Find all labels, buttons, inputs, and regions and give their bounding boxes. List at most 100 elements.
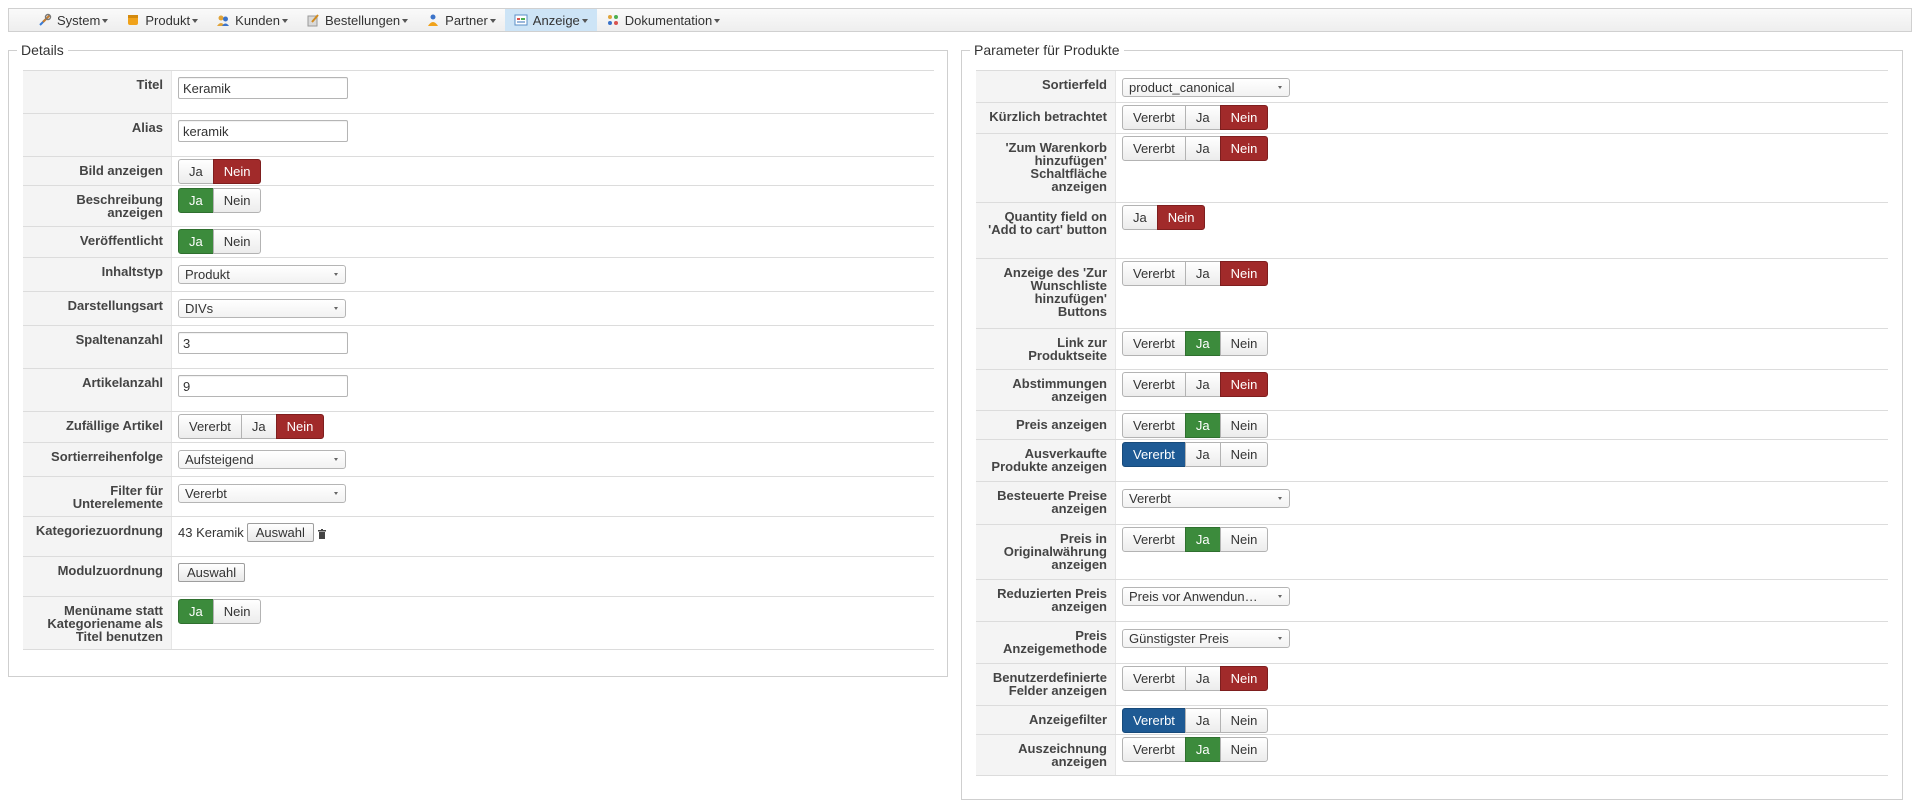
menu-system[interactable]: System [29,9,117,31]
row-quantity: Quantity field on 'Add to cart' button J… [976,202,1888,258]
label-kuerzlich: Kürzlich betrachtet [976,103,1116,133]
kuerzlich-option-vererbt[interactable]: Vererbt [1122,105,1186,130]
sortierfeld-select[interactable]: product_canonical [1122,78,1290,97]
anzeigefilter-option-ja[interactable]: Ja [1184,708,1221,733]
label-inhaltstyp: Inhaltstyp [23,258,172,291]
anzeigefilter-option-nein[interactable]: Nein [1219,708,1269,733]
wunschliste-option-ja[interactable]: Ja [1184,261,1221,286]
spaltenanzahl-input[interactable] [178,332,348,354]
menuename-option-nein[interactable]: Nein [212,599,262,624]
menuename-option-ja[interactable]: Ja [178,599,214,624]
benutzer-option-ja[interactable]: Ja [1184,666,1221,691]
product-box-icon [126,13,140,27]
original-toggle: Vererbt Ja Nein [1122,527,1269,552]
beschreibung-option-nein[interactable]: Nein [212,188,262,213]
params-legend: Parameter für Produkte [970,42,1124,58]
original-option-vererbt[interactable]: Vererbt [1122,527,1186,552]
ausverkauft-option-nein[interactable]: Nein [1219,442,1269,467]
bild-option-nein[interactable]: Nein [212,159,262,184]
menu-dokumentation-label: Dokumentation [624,12,713,28]
menu-anzeige[interactable]: Anzeige [504,9,597,31]
row-kuerzlich: Kürzlich betrachtet Vererbt Ja Nein [976,102,1888,133]
row-abstimmungen: Abstimmungen anzeigen Vererbt Ja Nein [976,369,1888,410]
modul-auswahl-button[interactable]: Auswahl [178,563,246,582]
chevron-down-icon [281,18,288,23]
benutzer-option-vererbt[interactable]: Vererbt [1122,666,1186,691]
titel-input[interactable] [178,77,348,99]
original-option-ja[interactable]: Ja [1184,527,1221,552]
anzeigefilter-option-vererbt[interactable]: Vererbt [1122,708,1186,733]
row-titel: Titel [23,70,934,113]
label-quantity: Quantity field on 'Add to cart' button [976,203,1116,258]
wunschliste-option-vererbt[interactable]: Vererbt [1122,261,1186,286]
abstimmungen-option-nein[interactable]: Nein [1219,372,1269,397]
kuerzlich-option-ja[interactable]: Ja [1184,105,1221,130]
warenkorb-option-vererbt[interactable]: Vererbt [1122,136,1186,161]
filter-select[interactable]: Vererbt [178,484,346,503]
row-menuename: Menüname statt Kategoriename als Titel b… [23,596,934,650]
row-reduziert: Reduzierten Preis anzeigen Preis vor Anw… [976,579,1888,621]
row-alias: Alias [23,113,934,156]
benutzer-option-nein[interactable]: Nein [1219,666,1269,691]
ausverkauft-option-vererbt[interactable]: Vererbt [1122,442,1186,467]
label-ausverkauft: Ausverkaufte Produkte anzeigen [976,440,1116,481]
veroeffentlicht-option-ja[interactable]: Ja [178,229,214,254]
original-option-nein[interactable]: Nein [1219,527,1269,552]
link-option-vererbt[interactable]: Vererbt [1122,331,1186,356]
inhaltstyp-select[interactable]: Produkt [178,265,346,284]
link-option-nein[interactable]: Nein [1219,331,1269,356]
zufaellig-option-ja[interactable]: Ja [240,414,277,439]
trash-icon[interactable] [317,527,326,539]
beschreibung-option-ja[interactable]: Ja [178,188,214,213]
preis-option-nein[interactable]: Nein [1219,413,1269,438]
besteuert-select[interactable]: Vererbt [1122,489,1290,508]
display-icon [514,13,528,27]
bild-option-ja[interactable]: Ja [178,159,214,184]
warenkorb-toggle: Vererbt Ja Nein [1122,136,1269,161]
link-option-ja[interactable]: Ja [1184,331,1221,356]
kuerzlich-option-nein[interactable]: Nein [1219,105,1269,130]
quantity-option-nein[interactable]: Nein [1156,205,1206,230]
menu-kunden[interactable]: Kunden [207,9,297,31]
reduziert-select[interactable]: Preis vor Anwendun… [1122,587,1290,606]
row-modul: Modulzuordnung Auswahl [23,556,934,596]
preis-option-ja[interactable]: Ja [1184,413,1221,438]
auszeichnung-option-nein[interactable]: Nein [1219,737,1269,762]
warenkorb-option-nein[interactable]: Nein [1219,136,1269,161]
abstimmungen-option-vererbt[interactable]: Vererbt [1122,372,1186,397]
auszeichnung-option-vererbt[interactable]: Vererbt [1122,737,1186,762]
wunschliste-option-nein[interactable]: Nein [1219,261,1269,286]
zufaellig-option-vererbt[interactable]: Vererbt [178,414,242,439]
row-darstellungsart: Darstellungsart DIVs [23,291,934,325]
label-auszeichnung: Auszeichnung anzeigen [976,735,1116,775]
abstimmungen-option-ja[interactable]: Ja [1184,372,1221,397]
wunschliste-toggle: Vererbt Ja Nein [1122,261,1269,286]
veroeffentlicht-option-nein[interactable]: Nein [212,229,262,254]
zufaellig-option-nein[interactable]: Nein [275,414,325,439]
chevron-down-icon [192,18,199,23]
quantity-option-ja[interactable]: Ja [1122,205,1158,230]
abstimmungen-toggle: Vererbt Ja Nein [1122,372,1269,397]
menu-bestellungen[interactable]: Bestellungen [297,9,417,31]
alias-input[interactable] [178,120,348,142]
ausverkauft-option-ja[interactable]: Ja [1184,442,1221,467]
row-auszeichnung: Auszeichnung anzeigen Vererbt Ja Nein [976,734,1888,776]
row-inhaltstyp: Inhaltstyp Produkt [23,257,934,291]
warenkorb-option-ja[interactable]: Ja [1184,136,1221,161]
row-kategorie: Kategoriezuordnung 43 Keramik Auswahl [23,516,934,556]
label-modul: Modulzuordnung [23,557,172,596]
menu-dokumentation[interactable]: Dokumentation [597,9,729,31]
darstellungsart-select[interactable]: DIVs [178,299,346,318]
label-original: Preis in Originalwährung anzeigen [976,525,1116,579]
auszeichnung-option-ja[interactable]: Ja [1184,737,1221,762]
artikelanzahl-input[interactable] [178,375,348,397]
methode-select[interactable]: Günstigster Preis [1122,629,1290,648]
preis-option-vererbt[interactable]: Vererbt [1122,413,1186,438]
menu-partner[interactable]: Partner [417,9,505,31]
bild-toggle: Ja Nein [178,159,262,184]
chevron-down-icon [714,18,721,23]
kategorie-auswahl-button[interactable]: Auswahl [246,523,314,542]
sortierreihenfolge-select[interactable]: Aufsteigend [178,450,346,469]
menu-produkt[interactable]: Produkt [117,9,207,31]
label-reduziert: Reduzierten Preis anzeigen [976,580,1116,621]
